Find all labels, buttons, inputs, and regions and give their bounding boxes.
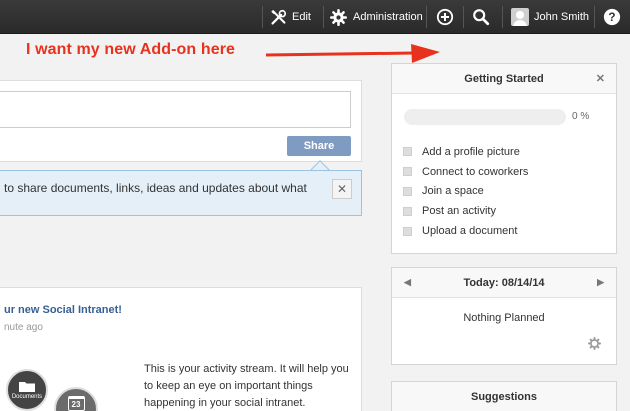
folder-icon [19, 380, 35, 394]
annotation-text: I want my new Add-on here [26, 41, 236, 58]
gear-icon [330, 8, 347, 26]
panel-header: Suggestions [392, 382, 616, 411]
post-composer: Share [0, 80, 362, 162]
suggestions-panel: Suggestions [391, 381, 617, 411]
info-text: to share documents, links, ideas and upd… [4, 181, 307, 195]
activity-stream-card: ur new Social Intranet! nute ago This is… [0, 287, 362, 411]
list-item-label: Add a profile picture [422, 145, 520, 158]
user-menu[interactable]: John Smith [511, 0, 589, 34]
calendar-icon: 23 [67, 396, 85, 411]
list-item-label: Join a space [422, 185, 484, 198]
stream-description: This is your activity stream. It will he… [144, 363, 349, 409]
calendar-title: Today: 08/14/14 [463, 276, 545, 289]
list-item-label: Connect to coworkers [422, 165, 529, 178]
list-item-label: Post an activity [422, 205, 496, 218]
help-button[interactable]: ? [603, 0, 621, 34]
panel-header: Getting Started ✕ [392, 64, 616, 94]
help-icon: ? [603, 8, 621, 26]
separator [463, 6, 464, 28]
user-name: John Smith [534, 11, 590, 23]
chevron-left-icon[interactable]: ◀ [404, 277, 411, 288]
documents-label: Documents [11, 394, 43, 400]
add-button[interactable] [436, 0, 454, 34]
svg-text:?: ? [608, 11, 615, 24]
list-item[interactable]: Post an activity [403, 201, 528, 221]
suggestions-title: Suggestions [470, 390, 537, 403]
close-icon[interactable]: ✕ [596, 72, 605, 85]
separator [502, 6, 503, 28]
close-icon[interactable]: ✕ [332, 179, 352, 199]
checkbox[interactable] [403, 186, 412, 196]
list-item[interactable]: Upload a document [403, 221, 528, 241]
separator [262, 6, 263, 28]
avatar [511, 8, 529, 26]
info-tip: to share documents, links, ideas and upd… [0, 170, 362, 216]
progress-percent: 0 % [572, 111, 590, 122]
checklist: Add a profile picture Connect to coworke… [403, 142, 528, 241]
checkbox[interactable] [403, 167, 412, 177]
calendar-empty-text: Nothing Planned [463, 312, 545, 324]
calendar-shortcut[interactable]: 23 [54, 387, 98, 411]
documents-shortcut[interactable]: Documents [6, 369, 48, 411]
calendar-panel: ◀ Today: 08/14/14 ▶ Nothing Planned [391, 267, 617, 365]
top-navigation-bar: Edit Administration John Smith ? [0, 0, 630, 34]
stream-title[interactable]: ur new Social Intranet! [4, 304, 122, 316]
list-item[interactable]: Connect to coworkers [403, 162, 528, 182]
separator [594, 6, 595, 28]
separator [323, 6, 324, 28]
tools-icon [270, 9, 287, 26]
administration-label: Administration [353, 11, 423, 23]
list-item[interactable]: Join a space [403, 182, 528, 202]
post-input[interactable] [0, 91, 351, 128]
share-button[interactable]: Share [287, 136, 351, 156]
search-icon [472, 8, 490, 26]
administration-button[interactable]: Administration [330, 0, 423, 34]
checkbox[interactable] [403, 147, 412, 157]
edit-label: Edit [292, 11, 311, 23]
checkbox[interactable] [403, 206, 412, 216]
panel-title: Getting Started [464, 72, 544, 85]
chevron-right-icon[interactable]: ▶ [597, 277, 604, 288]
separator [426, 6, 427, 28]
panel-header: ◀ Today: 08/14/14 ▶ [392, 268, 616, 298]
settings-gear-icon[interactable] [588, 337, 601, 353]
progress-bar [404, 109, 566, 125]
search-button[interactable] [472, 0, 490, 34]
getting-started-panel: Getting Started ✕ 0 % Add a profile pict… [391, 63, 617, 254]
edit-button[interactable]: Edit [270, 0, 311, 34]
list-item-label: Upload a document [422, 225, 518, 238]
stream-time: nute ago [4, 322, 43, 333]
list-item[interactable]: Add a profile picture [403, 142, 528, 162]
calendar-day: 23 [71, 400, 81, 409]
checkbox[interactable] [403, 226, 412, 236]
add-circle-icon [436, 8, 454, 26]
